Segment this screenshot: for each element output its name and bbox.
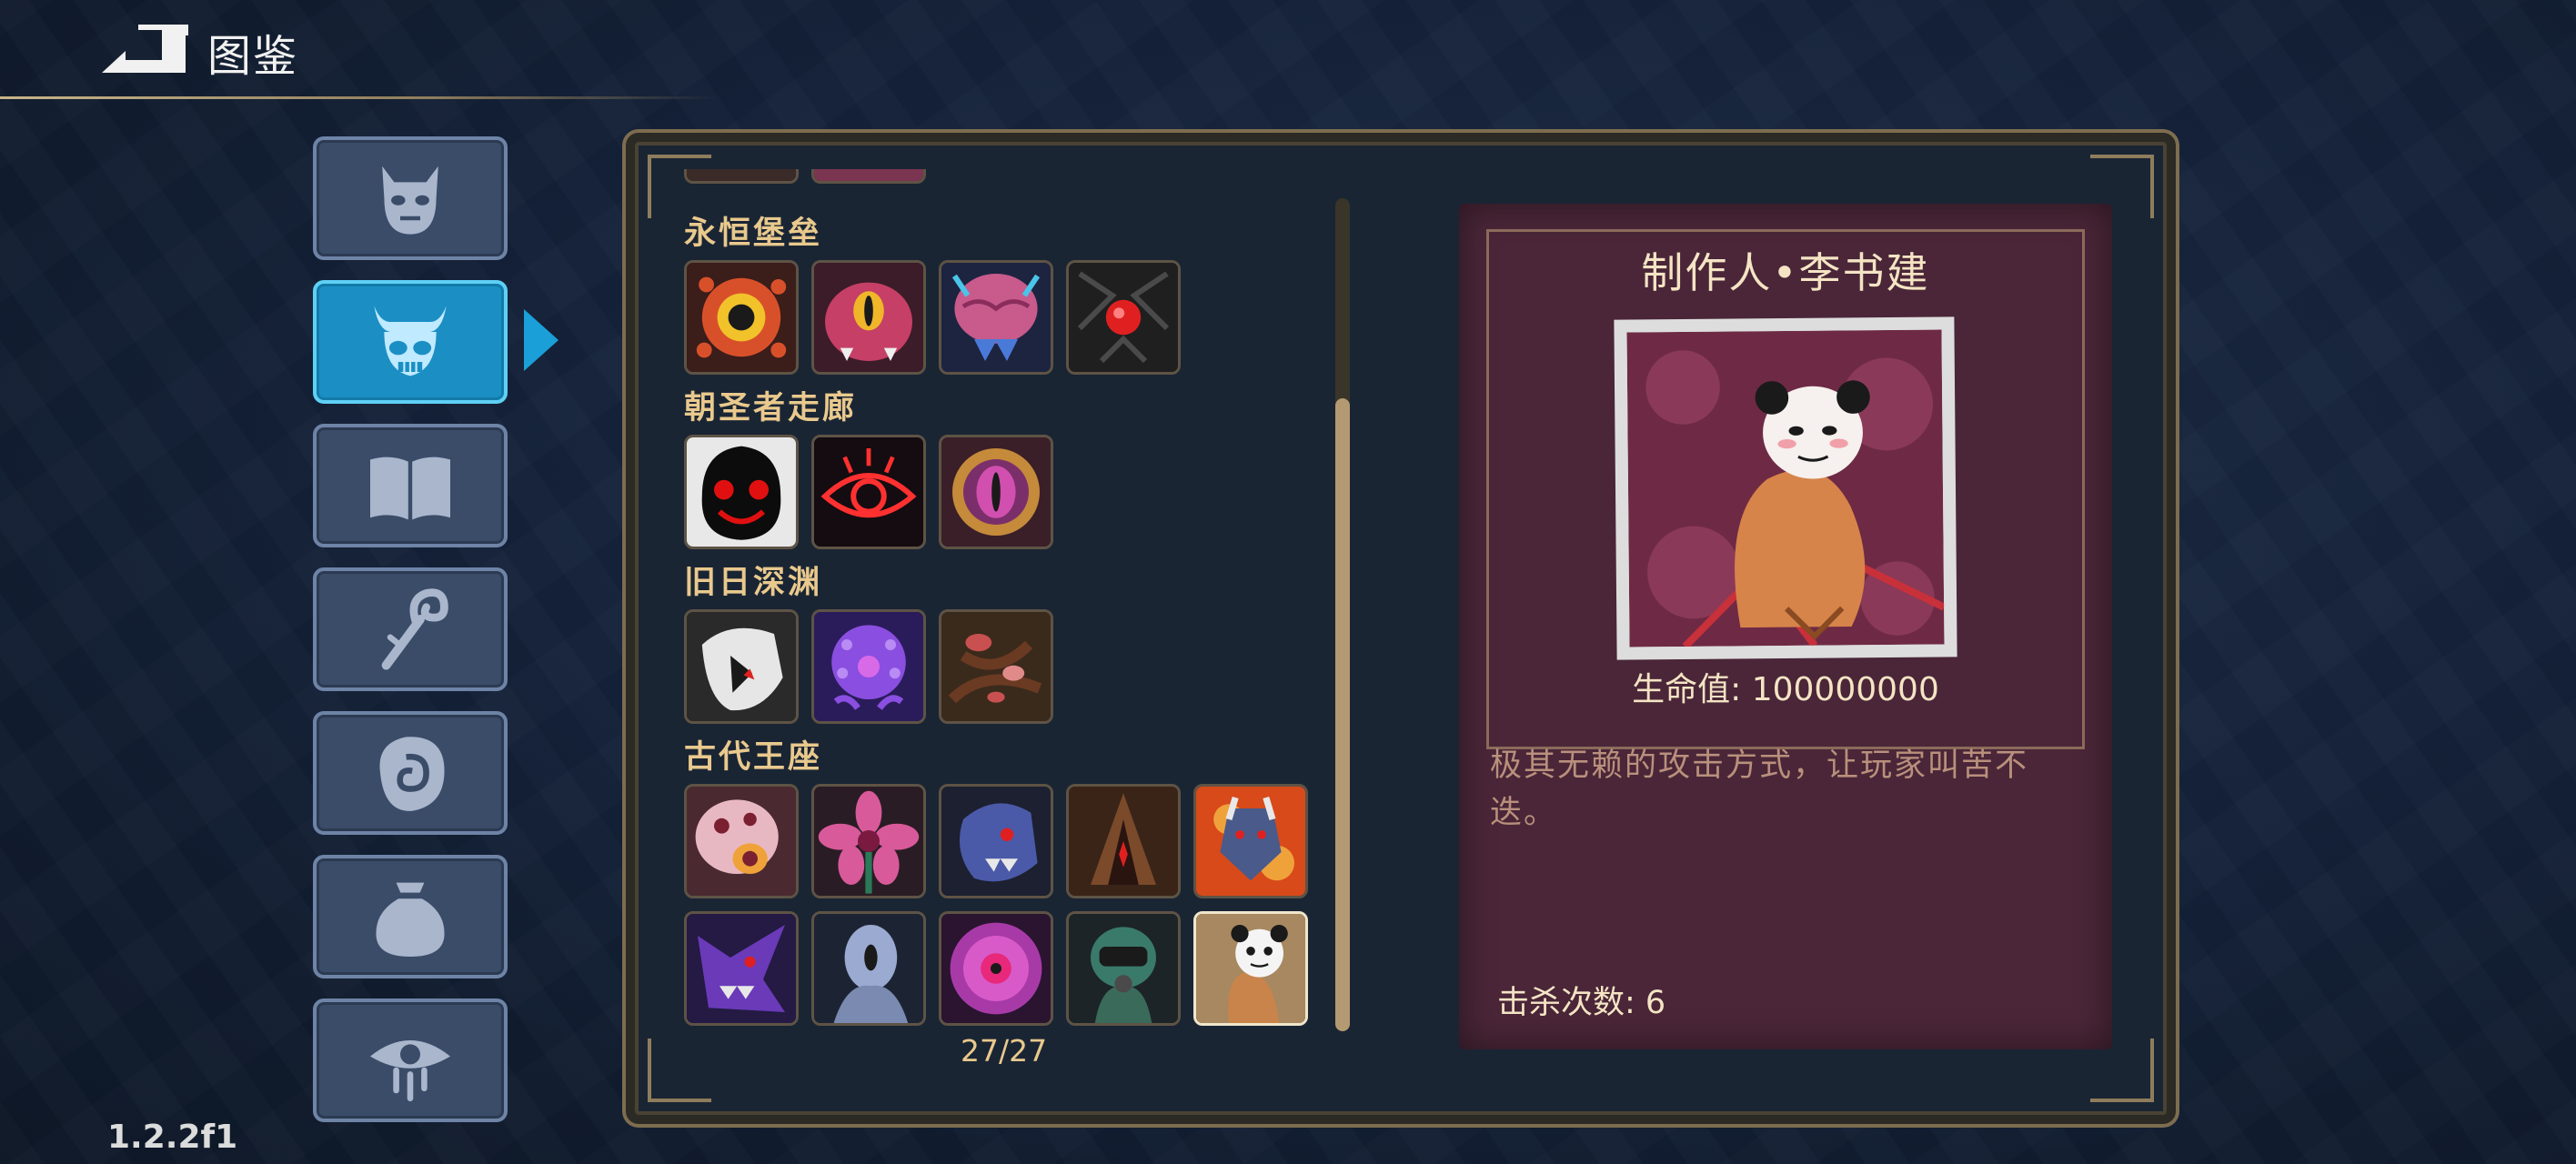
tab-staff[interactable] (313, 567, 508, 691)
monster-portrait (1614, 316, 1957, 660)
section-title: 旧日深渊 (684, 565, 823, 601)
bestiary-panel: 永恒堡垒 朝圣者走廊 旧日深渊 古代王座 27/27 制作人•李书建 生命值: … (626, 133, 2176, 1124)
tab-item[interactable] (313, 855, 508, 978)
tab-demon-mask[interactable] (313, 136, 508, 260)
sun-eye-monster-icon[interactable] (684, 260, 799, 375)
back-button[interactable] (98, 24, 189, 76)
monster-cell[interactable] (811, 169, 926, 184)
back-arrow-icon (102, 25, 188, 73)
section-title: 朝圣者走廊 (684, 390, 858, 426)
monster-description: 极其无赖的攻击方式，让玩家叫苦不迭。 (1490, 748, 2029, 831)
purple-tentacle-monster-icon[interactable] (811, 609, 926, 724)
crimson-blade-monster-icon[interactable] (1066, 784, 1181, 898)
tab-book[interactable] (313, 424, 508, 547)
header-divider (0, 96, 719, 99)
panda-meme-monster-icon[interactable] (1193, 911, 1308, 1026)
pale-ghost-monster-icon[interactable] (811, 911, 926, 1026)
monster-cell[interactable] (684, 169, 799, 184)
demon-mask-icon (382, 166, 438, 235)
header-bar: 图鉴 (0, 0, 2576, 100)
violet-blossom-monster-icon[interactable] (939, 911, 1053, 1026)
staff-icon (381, 588, 448, 670)
mushroom-root-monster-icon[interactable] (939, 609, 1053, 724)
collection-count: 27/27 (961, 1033, 1048, 1069)
monster-hp: 生命值: 100000000 (1632, 671, 1939, 708)
version-label: 1.2.2f1 (107, 1119, 238, 1156)
purple-dragon-monster-icon[interactable] (684, 911, 799, 1026)
section-title: 永恒堡垒 (684, 216, 823, 252)
horned-skull-icon (374, 306, 447, 376)
pink-flower-monster-icon[interactable] (811, 784, 926, 898)
white-hood-monster-icon[interactable] (684, 609, 799, 724)
weeping-eye-icon (370, 1040, 450, 1102)
tab-curse[interactable] (313, 998, 508, 1122)
scrollbar-thumb[interactable] (1335, 398, 1350, 1031)
fire-wolf-monster-icon[interactable] (1193, 784, 1308, 898)
flesh-skull-monster-icon[interactable] (684, 784, 799, 898)
brain-monster-icon[interactable] (939, 260, 1053, 375)
monster-detail-card: 制作人•李书建 生命值: 100000000 极其无赖的攻击方式，让玩家叫苦不迭… (1459, 204, 2112, 1049)
tab-monsters[interactable] (313, 280, 508, 404)
kill-count: 击杀次数: 6 (1497, 985, 1666, 1021)
pouch-icon (376, 882, 445, 957)
section-title: 古代王座 (684, 739, 823, 776)
blue-beast-monster-icon[interactable] (939, 784, 1053, 898)
list-scrollbar[interactable] (1335, 198, 1350, 1031)
page-title: 图鉴 (207, 31, 299, 82)
pink-cyclops-monster-icon[interactable] (811, 260, 926, 375)
red-eye-sigil-monster-icon[interactable] (811, 435, 926, 549)
book-icon (370, 457, 450, 520)
diver-soldier-monster-icon[interactable] (1066, 911, 1181, 1026)
shadow-smile-monster-icon[interactable] (684, 435, 799, 549)
active-tab-arrow-icon (524, 309, 558, 371)
monster-name: 制作人•李书建 (1641, 248, 1930, 297)
red-eye-cube-monster-icon[interactable] (1066, 260, 1181, 375)
monster-list[interactable]: 永恒堡垒 朝圣者走廊 旧日深渊 古代王座 (684, 169, 1339, 1079)
tab-relic[interactable] (313, 711, 508, 835)
golden-eye-monster-icon[interactable] (939, 435, 1053, 549)
panda-meme-portrait-image (1626, 329, 1945, 647)
spiral-stone-icon (379, 737, 445, 811)
